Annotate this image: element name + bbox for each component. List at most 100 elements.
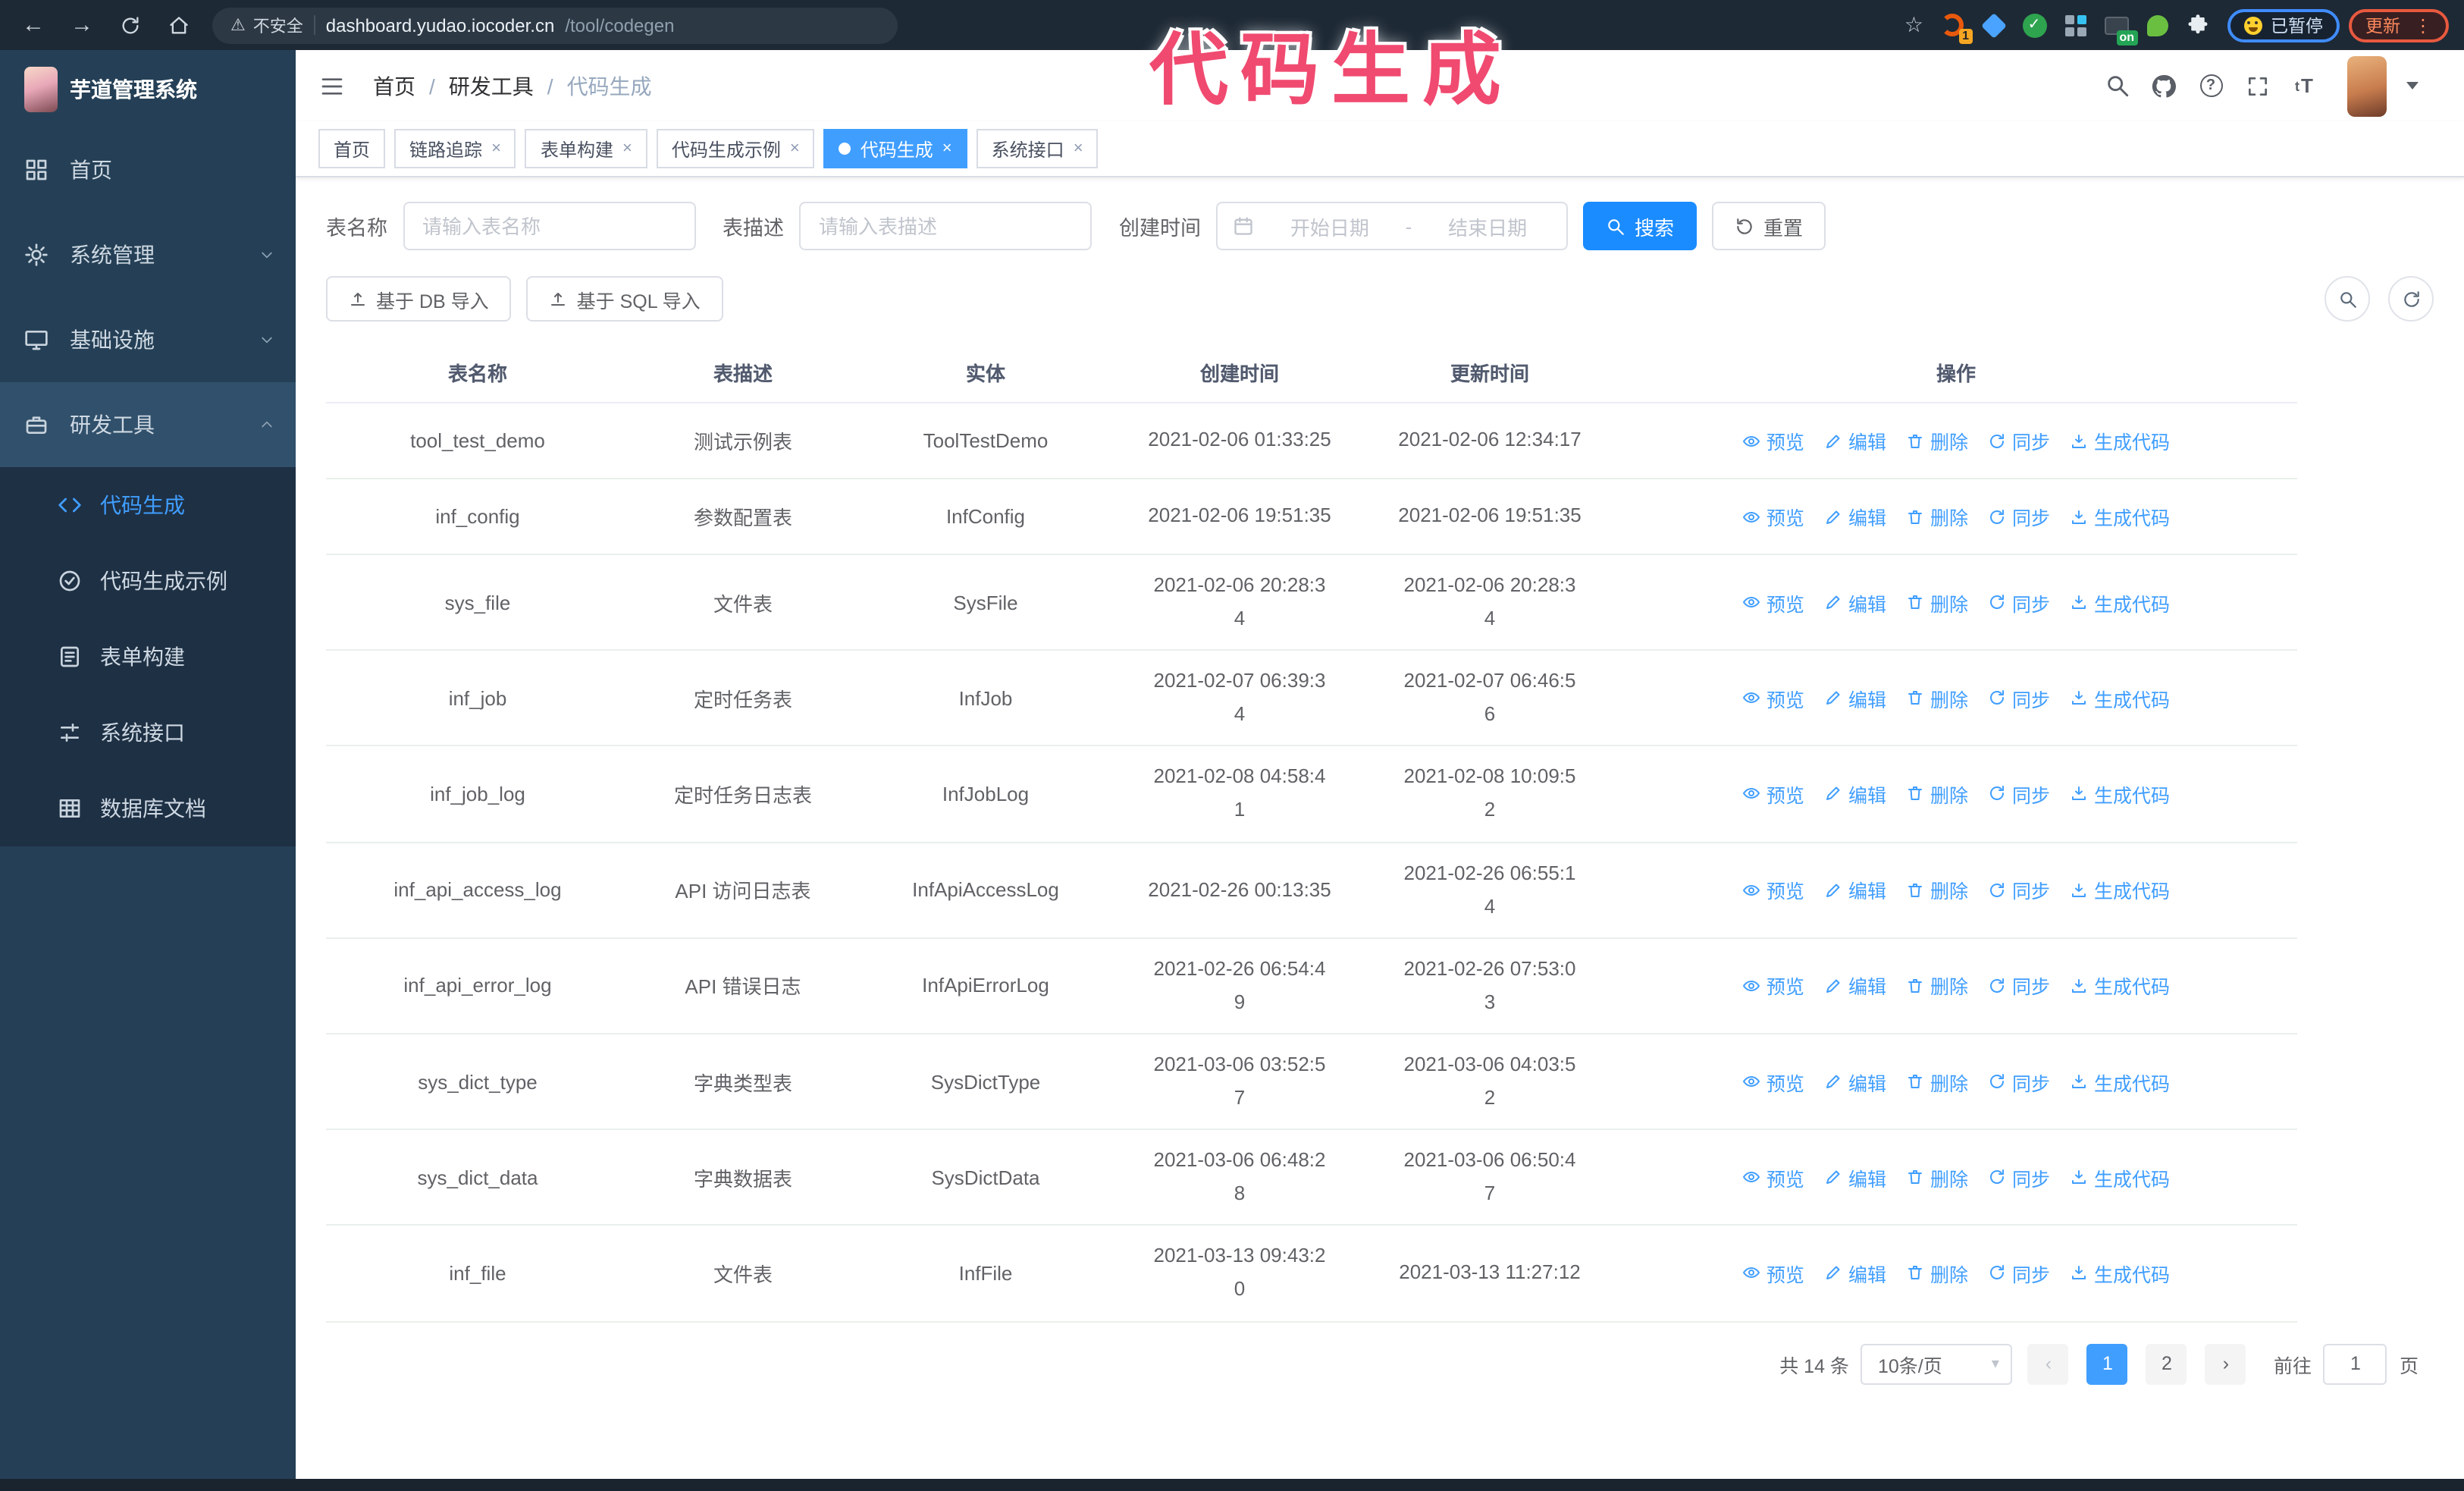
sync-link[interactable]: 同步 [1988,1163,2050,1191]
sync-link[interactable]: 同步 [1988,426,2050,455]
sidebar-item-home[interactable]: 首页 [0,127,296,212]
tab-form-builder[interactable]: 表单构建 × [525,129,647,168]
sync-link[interactable]: 同步 [1988,1259,2050,1288]
delete-link[interactable]: 删除 [1906,972,1968,1000]
sql-import-button[interactable]: 基于 SQL 导入 [526,276,723,322]
logo[interactable]: 芋道管理系统 [0,50,296,127]
preview-link[interactable]: 预览 [1742,972,1804,1000]
delete-link[interactable]: 删除 [1906,684,1968,713]
generate-code-link[interactable]: 生成代码 [2070,1067,2170,1096]
preview-link[interactable]: 预览 [1742,1067,1804,1096]
help-icon[interactable]: ? [2197,72,2224,99]
search-button[interactable]: 搜索 [1583,202,1698,250]
delete-link[interactable]: 删除 [1906,588,1968,617]
delete-link[interactable]: 删除 [1906,502,1968,531]
edit-link[interactable]: 编辑 [1824,1067,1886,1096]
preview-link[interactable]: 预览 [1742,588,1804,617]
reset-button[interactable]: 重置 [1712,202,1826,250]
generate-code-link[interactable]: 生成代码 [2070,1163,2170,1191]
close-icon[interactable]: × [622,140,632,158]
browser-forward-icon[interactable]: → [64,7,100,43]
extension-icon-4[interactable] [2061,11,2089,39]
generate-code-link[interactable]: 生成代码 [2070,972,2170,1000]
date-range-picker[interactable]: 开始日期 - 结束日期 [1216,202,1568,250]
preview-link[interactable]: 预览 [1742,502,1804,531]
profile-paused-badge[interactable]: 已暂停 [2227,8,2340,42]
browser-refresh-icon[interactable] [112,7,149,43]
hamburger-icon[interactable] [318,74,346,98]
page-button-2[interactable]: 2 [2146,1343,2187,1384]
extension-icon-2[interactable] [1980,11,2007,39]
extension-icon-3[interactable]: ✓ [2020,11,2048,39]
refresh-table-button[interactable] [2388,276,2434,322]
db-import-button[interactable]: 基于 DB 导入 [326,276,512,322]
page-button-1[interactable]: 1 [2086,1343,2128,1384]
tab-home[interactable]: 首页 [318,129,386,168]
avatar[interactable] [2347,55,2387,116]
extension-icon-1[interactable]: 1 [1939,11,1972,43]
delete-link[interactable]: 删除 [1906,780,1968,808]
delete-link[interactable]: 删除 [1906,1163,1968,1191]
browser-menu-icon[interactable]: ⋮ [2414,14,2432,36]
goto-page-input[interactable] [2323,1343,2387,1384]
sync-link[interactable]: 同步 [1988,588,2050,617]
extension-icon-6[interactable] [2143,11,2171,39]
sync-link[interactable]: 同步 [1988,972,2050,1000]
page-size-select[interactable]: 10条/页 ▾ [1861,1343,2013,1384]
generate-code-link[interactable]: 生成代码 [2070,684,2170,713]
browser-update-button[interactable]: 更新 ⋮ [2349,8,2449,42]
edit-link[interactable]: 编辑 [1824,426,1886,455]
sidebar-item-infra[interactable]: 基础设施 [0,297,296,382]
preview-link[interactable]: 预览 [1742,1163,1804,1191]
generate-code-link[interactable]: 生成代码 [2070,426,2170,455]
edit-link[interactable]: 编辑 [1824,1259,1886,1288]
preview-link[interactable]: 预览 [1742,684,1804,713]
edit-link[interactable]: 编辑 [1824,588,1886,617]
sync-link[interactable]: 同步 [1988,875,2050,904]
close-icon[interactable]: × [790,140,800,158]
breadcrumb-devtools[interactable]: 研发工具 [449,71,534,101]
table-name-input[interactable] [403,202,695,250]
delete-link[interactable]: 删除 [1906,1259,1968,1288]
sidebar-item-form-builder[interactable]: 表单构建 [0,619,296,695]
prev-page-button[interactable]: ‹ [2027,1343,2069,1384]
sidebar-item-codegen[interactable]: 代码生成 [0,467,296,543]
sidebar-item-devtools[interactable]: 研发工具 [0,382,296,467]
edit-link[interactable]: 编辑 [1824,1163,1886,1191]
next-page-button[interactable]: › [2205,1343,2246,1384]
extensions-puzzle-icon[interactable] [2184,11,2212,39]
edit-link[interactable]: 编辑 [1824,780,1886,808]
address-bar[interactable]: ⚠ 不安全 dashboard.yudao.iocoder.cn/tool/cod… [212,7,898,43]
delete-link[interactable]: 删除 [1906,1067,1968,1096]
fullscreen-icon[interactable] [2244,72,2271,99]
edit-link[interactable]: 编辑 [1824,875,1886,904]
sidebar-item-system-api[interactable]: 系统接口 [0,695,296,771]
tab-system-api[interactable]: 系统接口 × [976,129,1099,168]
close-icon[interactable]: × [491,140,501,158]
generate-code-link[interactable]: 生成代码 [2070,502,2170,531]
tab-tracing[interactable]: 链路追踪 × [394,129,516,168]
sync-link[interactable]: 同步 [1988,1067,2050,1096]
font-size-icon[interactable]: tT [2291,72,2318,99]
generate-code-link[interactable]: 生成代码 [2070,1259,2170,1288]
sync-link[interactable]: 同步 [1988,502,2050,531]
sidebar-item-db-doc[interactable]: 数据库文档 [0,771,296,846]
preview-link[interactable]: 预览 [1742,780,1804,808]
close-icon[interactable]: × [942,140,952,158]
generate-code-link[interactable]: 生成代码 [2070,780,2170,808]
sync-link[interactable]: 同步 [1988,684,2050,713]
extension-icon-5[interactable]: on [2102,11,2137,45]
delete-link[interactable]: 删除 [1906,426,1968,455]
close-icon[interactable]: × [1074,140,1083,158]
browser-home-icon[interactable] [161,7,197,43]
tab-codegen-example[interactable]: 代码生成示例 × [656,129,815,168]
sidebar-item-codegen-example[interactable]: 代码生成示例 [0,543,296,619]
avatar-caret-icon[interactable] [2406,82,2419,96]
browser-back-icon[interactable]: ← [15,7,52,43]
delete-link[interactable]: 删除 [1906,875,1968,904]
sidebar-item-system[interactable]: 系统管理 [0,212,296,297]
github-icon[interactable] [2150,72,2177,99]
edit-link[interactable]: 编辑 [1824,972,1886,1000]
preview-link[interactable]: 预览 [1742,1259,1804,1288]
preview-link[interactable]: 预览 [1742,426,1804,455]
